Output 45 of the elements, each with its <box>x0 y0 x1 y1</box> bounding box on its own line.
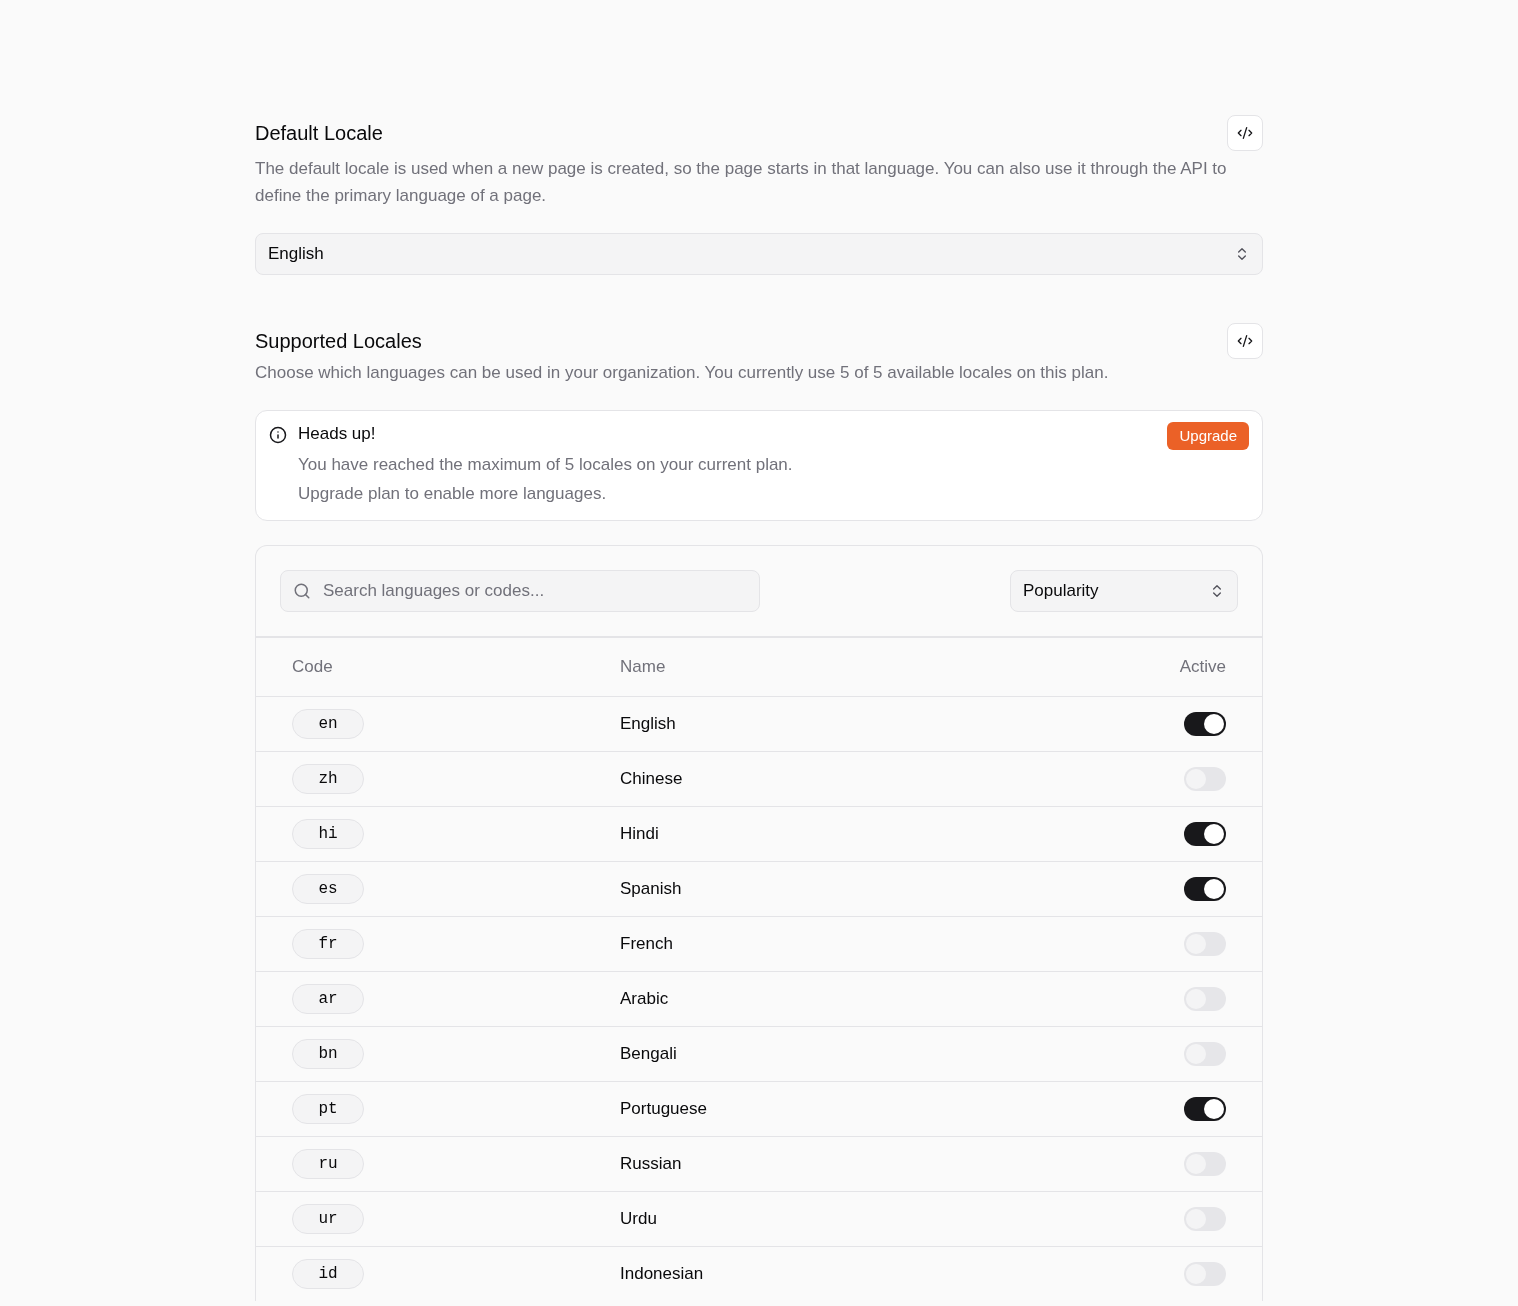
language-name: Urdu <box>620 1208 657 1231</box>
language-name: English <box>620 713 676 736</box>
locale-code: fr <box>292 929 364 959</box>
code-view-button[interactable] <box>1227 323 1263 359</box>
language-name: Russian <box>620 1153 682 1176</box>
toggle-switch[interactable] <box>1184 822 1226 846</box>
locale-code: pt <box>292 1094 364 1124</box>
search-field[interactable]: Search languages or codes... <box>280 570 760 612</box>
section-title: Default Locale <box>255 121 383 146</box>
alert-title: Heads up! <box>298 423 376 445</box>
code-view-button[interactable] <box>1227 115 1263 151</box>
toggle-switch[interactable] <box>1184 712 1226 736</box>
locale-code: ru <box>292 1149 364 1179</box>
column-header: Name <box>620 656 666 679</box>
toggle-switch[interactable] <box>1184 1097 1226 1121</box>
search-icon <box>293 582 311 600</box>
alert-text: Upgrade plan to enable more languages. <box>298 483 608 505</box>
locale-code: ur <box>292 1204 364 1234</box>
locale-code: id <box>292 1259 364 1289</box>
section-description: Choose which languages can be used in your organization. You currently use 5 of 5 available locales on this plan. <box>255 362 1110 384</box>
language-name: Indonesian <box>620 1263 704 1286</box>
sort-select[interactable]: Popularity <box>1010 570 1238 612</box>
toggle-switch[interactable] <box>1184 877 1226 901</box>
locale-code: bn <box>292 1039 364 1069</box>
language-name: Hindi <box>620 823 659 846</box>
locale-code: es <box>292 874 364 904</box>
column-header: Active <box>1179 656 1226 679</box>
section-title: Supported Locales <box>255 329 422 354</box>
section-description: The default locale is used when a new page is created, so the page starts in that language. You can also use it through the API to define the primary language of a page. <box>255 158 1228 207</box>
locale-code: hi <box>292 819 364 849</box>
locale-code: zh <box>292 764 364 794</box>
language-name: Arabic <box>620 988 669 1011</box>
alert-text: You have reached the maximum of 5 locales on your current plan. <box>298 454 794 476</box>
code-icon <box>1237 125 1253 141</box>
language-name: Portuguese <box>620 1098 707 1121</box>
language-name: Spanish <box>620 878 682 901</box>
locale-select[interactable]: English <box>255 233 1263 275</box>
language-name: Bengali <box>620 1043 677 1066</box>
language-name: French <box>620 933 673 956</box>
code-icon <box>1237 333 1253 349</box>
column-header: Code <box>292 656 333 679</box>
locale-code: ar <box>292 984 364 1014</box>
info-icon <box>269 426 287 444</box>
locale-code: en <box>292 709 364 739</box>
language-name: Chinese <box>620 768 683 791</box>
